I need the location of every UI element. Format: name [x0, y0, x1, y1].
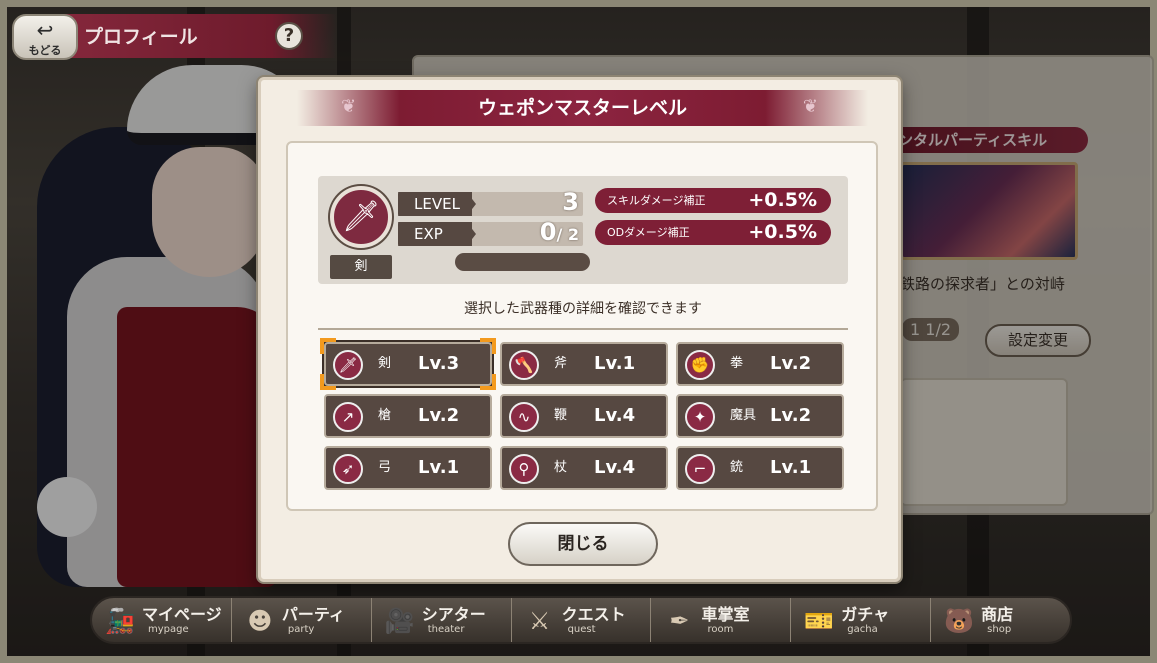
weapon-stats-panel: 🗡 剣 LEVEL 3 EXP 0/ 2 スキルダメージ補正 +0.5% ODダ… [318, 176, 848, 284]
weapon-level: Lv.4 [594, 457, 636, 478]
bottom-navigation: 🚂 マイページ mypage ☻ パーティ party 🎥 シアター theater ⚔ クエスト q… [90, 596, 1072, 644]
weapon-name: 剣 [378, 356, 392, 371]
weapon-level: Lv.2 [770, 405, 812, 426]
weapon-button-whip[interactable]: ∿ 鞭 Lv.4 [500, 394, 668, 438]
weapon-name: 弓 [378, 460, 392, 475]
nav-sublabel: theater [427, 624, 465, 635]
weapon-type-label: 剣 [330, 255, 392, 279]
whip-icon: ∿ [509, 402, 539, 432]
weapon-button-axe[interactable]: 🪓 斧 Lv.1 [500, 342, 668, 386]
sword-icon: 🗡 [333, 350, 363, 380]
nav-label: 商店 [981, 605, 1014, 624]
back-arrow-icon: ↩ [36, 18, 54, 42]
nav-sublabel: mypage [148, 624, 189, 635]
weapon-button-spear[interactable]: ↗ 槍 Lv.2 [324, 394, 492, 438]
weapon-master-dialog: ウェポンマスターレベル ❦ ❦ 🗡 剣 LEVEL 3 EXP 0/ 2 スキル… [258, 77, 901, 582]
train-icon: 🚂 [105, 607, 135, 635]
weapon-button-magic-tool[interactable]: ✦ 魔具 Lv.2 [676, 394, 844, 438]
weapon-button-bow[interactable]: ➶ 弓 Lv.1 [324, 446, 492, 490]
dialog-body: 🗡 剣 LEVEL 3 EXP 0/ 2 スキルダメージ補正 +0.5% ODダ… [286, 141, 878, 511]
dialog-title: ウェポンマスターレベル [297, 90, 868, 126]
selection-corner [480, 338, 496, 354]
gun-icon: ⌐ [685, 454, 715, 484]
bow-icon: ➶ [333, 454, 363, 484]
staff-icon: ⚲ [509, 454, 539, 484]
ornament-left-icon: ❦ [341, 96, 357, 117]
help-button[interactable]: ? [275, 22, 303, 50]
exp-label: EXP [398, 222, 476, 246]
sword-icon: 🗡 [330, 186, 392, 248]
weapon-name: 槍 [378, 408, 392, 423]
axe-icon: 🪓 [509, 350, 539, 380]
nav-room[interactable]: ✒ 車掌室 room [651, 598, 792, 642]
nav-quest[interactable]: ⚔ クエスト quest [512, 598, 652, 642]
level-label: LEVEL [398, 192, 476, 216]
weapon-level: Lv.1 [418, 457, 460, 478]
weapon-name: 銃 [730, 460, 744, 475]
weapon-level: Lv.2 [770, 353, 812, 374]
nav-gacha[interactable]: 🎫 ガチャ gacha [791, 598, 932, 642]
weapon-button-gun[interactable]: ⌐ 銃 Lv.1 [676, 446, 844, 490]
nav-mypage[interactable]: 🚂 マイページ mypage [92, 598, 232, 642]
level-value: 3 [562, 188, 579, 216]
nav-label: マイページ [142, 605, 222, 624]
ornament-right-icon: ❦ [802, 96, 818, 117]
nav-label: ガチャ [841, 605, 890, 624]
nav-label: クエスト [561, 605, 626, 624]
nav-label: パーティ [281, 605, 345, 624]
shop-bear-icon: 🐻 [944, 607, 975, 635]
skill-damage-bonus: スキルダメージ補正 +0.5% [595, 188, 831, 213]
crossed-swords-icon: ⚔ [528, 607, 551, 635]
spear-icon: ↗ [333, 402, 363, 432]
selection-corner [320, 338, 336, 354]
weapon-name: 杖 [554, 460, 568, 475]
exp-progress-bar [455, 253, 590, 271]
exp-row: EXP 0/ 2 [398, 218, 583, 246]
nav-sublabel: room [707, 624, 734, 635]
nav-sublabel: quest [567, 624, 596, 635]
weapon-level: Lv.3 [418, 353, 460, 374]
dialog-description: 選択した武器種の詳細を確認できます [318, 298, 848, 330]
exp-value: 0/ 2 [539, 218, 579, 246]
weapon-name: 斧 [554, 356, 568, 371]
weapon-name: 鞭 [554, 408, 568, 423]
nav-sublabel: shop [987, 624, 1012, 635]
selection-corner [480, 374, 496, 390]
selection-corner [320, 374, 336, 390]
weapon-button-sword[interactable]: 🗡 剣 Lv.3 [320, 338, 496, 390]
nav-party[interactable]: ☻ パーティ party [232, 598, 372, 642]
nav-label: シアター [421, 605, 486, 624]
nav-sublabel: gacha [847, 624, 878, 635]
weapon-level: Lv.1 [770, 457, 812, 478]
page-title: プロフィール [84, 26, 198, 48]
weapon-name: 拳 [730, 356, 744, 371]
weapon-button-fist[interactable]: ✊ 拳 Lv.2 [676, 342, 844, 386]
magic-tool-icon: ✦ [685, 402, 715, 432]
quill-icon: ✒ [669, 607, 690, 635]
weapon-level: Lv.2 [418, 405, 460, 426]
nav-sublabel: party [287, 624, 315, 635]
close-button[interactable]: 閉じる [508, 522, 658, 566]
party-icon: ☻ [247, 607, 273, 635]
back-button[interactable]: ↩ もどる [12, 14, 78, 60]
fist-icon: ✊ [685, 350, 715, 380]
od-damage-bonus: ODダメージ補正 +0.5% [595, 220, 831, 245]
weapon-button-staff[interactable]: ⚲ 杖 Lv.4 [500, 446, 668, 490]
ticket-icon: 🎫 [804, 607, 835, 635]
level-row: LEVEL 3 [398, 188, 583, 216]
nav-label: 車掌室 [701, 605, 750, 624]
nav-theater[interactable]: 🎥 シアター theater [372, 598, 512, 642]
nav-shop[interactable]: 🐻 商店 shop [931, 598, 1070, 642]
weapon-name: 魔具 [730, 408, 757, 423]
back-label: もどる [28, 44, 62, 57]
weapon-level: Lv.4 [594, 405, 636, 426]
weapon-level: Lv.1 [594, 353, 636, 374]
projector-icon: 🎥 [384, 607, 415, 635]
